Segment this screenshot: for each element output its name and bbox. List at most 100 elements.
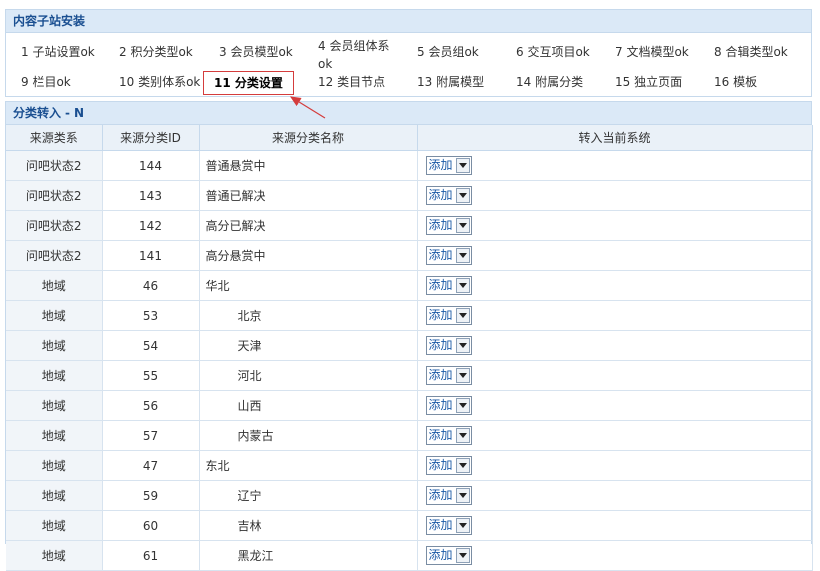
chevron-down-icon[interactable] (455, 368, 470, 383)
action-select[interactable]: 添加 (425, 306, 472, 325)
table-row: 地域 57 内蒙古 添加 (6, 420, 813, 451)
install-step-14[interactable]: 14 附属分类 (516, 75, 606, 101)
row-action: 添加 (417, 390, 813, 421)
install-step-16[interactable]: 16 模板 (714, 75, 804, 101)
chevron-down-icon[interactable] (455, 548, 470, 563)
row-source: 地域 (6, 390, 103, 421)
row-id: 57 (102, 420, 200, 451)
row-id: 47 (102, 450, 200, 481)
install-step-2[interactable]: 2 积分类型ok (119, 45, 209, 71)
chevron-down-icon[interactable] (455, 278, 470, 293)
col-action-header: 转入当前系统 (417, 125, 813, 151)
row-name: 河北 (199, 360, 418, 391)
convert-title-flag: N (74, 106, 85, 120)
row-action: 添加 (417, 360, 813, 391)
row-action: 添加 (417, 450, 813, 481)
install-step-4[interactable]: 4 会员组体系ok (318, 37, 396, 71)
install-step-15[interactable]: 15 独立页面 (615, 75, 705, 101)
row-action: 添加 (417, 540, 813, 571)
convert-table: 来源类系 来源分类ID 来源分类名称 转入当前系统 问吧状态2 144 普通悬赏中添… (6, 125, 813, 571)
install-step-8[interactable]: 8 合辑类型ok (714, 45, 804, 71)
row-source: 问吧状态2 (6, 150, 103, 181)
row-action: 添加 (417, 420, 813, 451)
row-source: 地域 (6, 510, 103, 541)
table-row: 地域 46 华北 添加 (6, 270, 813, 301)
install-step-1[interactable]: 1 子站设置ok (21, 45, 111, 71)
row-id: 53 (102, 300, 200, 331)
action-select-value: 添加 (428, 488, 453, 502)
row-source: 问吧状态2 (6, 210, 103, 241)
install-step-7[interactable]: 7 文档模型ok (615, 45, 705, 71)
row-id: 59 (102, 480, 200, 511)
action-select-value: 添加 (428, 428, 453, 442)
install-step-11[interactable]: 11 分类设置 (203, 71, 294, 95)
row-name: 普通已解决 (199, 180, 418, 211)
row-name: 辽宁 (199, 480, 418, 511)
chevron-down-icon[interactable] (455, 158, 470, 173)
table-row: 地域 56 山西 添加 (6, 390, 813, 421)
install-step-3[interactable]: 3 会员模型ok (219, 45, 309, 71)
row-action: 添加 (417, 240, 813, 271)
row-name: 高分悬赏中 (199, 240, 418, 271)
col-name-header: 来源分类名称 (199, 125, 418, 151)
row-name: 内蒙古 (199, 420, 418, 451)
row-id: 54 (102, 330, 200, 361)
action-select[interactable]: 添加 (425, 216, 472, 235)
table-row: 问吧状态2 142 高分已解决 添加 (6, 210, 813, 241)
chevron-down-icon[interactable] (455, 518, 470, 533)
action-select[interactable]: 添加 (425, 366, 472, 385)
row-name: 黑龙江 (199, 540, 418, 571)
action-select[interactable]: 添加 (425, 546, 472, 565)
table-row: 地域 53 北京 添加 (6, 300, 813, 331)
row-source: 地域 (6, 330, 103, 361)
row-name: 高分已解决 (199, 210, 418, 241)
action-select[interactable]: 添加 (425, 486, 472, 505)
chevron-down-icon[interactable] (455, 248, 470, 263)
table-row: 地域 54 天津 添加 (6, 330, 813, 361)
chevron-down-icon[interactable] (455, 308, 470, 323)
chevron-down-icon[interactable] (455, 338, 470, 353)
action-select[interactable]: 添加 (425, 156, 472, 175)
row-source: 地域 (6, 420, 103, 451)
install-step-9[interactable]: 9 栏目ok (21, 75, 111, 101)
chevron-down-icon[interactable] (455, 428, 470, 443)
action-select[interactable]: 添加 (425, 246, 472, 265)
table-row: 问吧状态2 144 普通悬赏中 添加 (6, 150, 813, 181)
chevron-down-icon[interactable] (455, 458, 470, 473)
chevron-down-icon[interactable] (455, 218, 470, 233)
chevron-down-icon[interactable] (455, 488, 470, 503)
install-step-12[interactable]: 12 类目节点 (318, 75, 408, 101)
action-select[interactable]: 添加 (425, 186, 472, 205)
chevron-down-icon[interactable] (455, 398, 470, 413)
col-source-header: 来源类系 (6, 125, 103, 151)
row-name: 北京 (199, 300, 418, 331)
chevron-down-icon[interactable] (455, 188, 470, 203)
table-row: 地域 47 东北 添加 (6, 450, 813, 481)
action-select[interactable]: 添加 (425, 276, 472, 295)
action-select-value: 添加 (428, 248, 453, 262)
table-row: 地域 61 黑龙江 添加 (6, 540, 813, 571)
action-select-value: 添加 (428, 548, 453, 562)
install-step-10[interactable]: 10 类别体系ok (119, 75, 209, 101)
row-action: 添加 (417, 150, 813, 181)
action-select-value: 添加 (428, 188, 453, 202)
table-header-row: 来源类系 来源分类ID 来源分类名称 转入当前系统 (6, 125, 813, 151)
action-select[interactable]: 添加 (425, 456, 472, 475)
install-step-6[interactable]: 6 交互项目ok (516, 45, 606, 71)
convert-title-text: 分类转入 (13, 106, 62, 120)
install-step-5[interactable]: 5 会员组ok (417, 45, 507, 71)
convert-panel: 分类转入 - N 来源类系 来源分类ID 来源分类名称 转入当前系统 问吧状态2 14… (5, 101, 813, 571)
row-source: 问吧状态2 (6, 180, 103, 211)
row-id: 60 (102, 510, 200, 541)
row-action: 添加 (417, 210, 813, 241)
action-select[interactable]: 添加 (425, 426, 472, 445)
table-row: 地域 59 辽宁 添加 (6, 480, 813, 511)
row-source: 问吧状态2 (6, 240, 103, 271)
action-select[interactable]: 添加 (425, 516, 472, 535)
action-select[interactable]: 添加 (425, 396, 472, 415)
convert-panel-title: 分类转入 - N (6, 102, 811, 125)
table-row: 问吧状态2 141 高分悬赏中 添加 (6, 240, 813, 271)
install-step-13[interactable]: 13 附属模型 (417, 75, 507, 101)
action-select[interactable]: 添加 (425, 336, 472, 355)
action-select-value: 添加 (428, 368, 453, 382)
